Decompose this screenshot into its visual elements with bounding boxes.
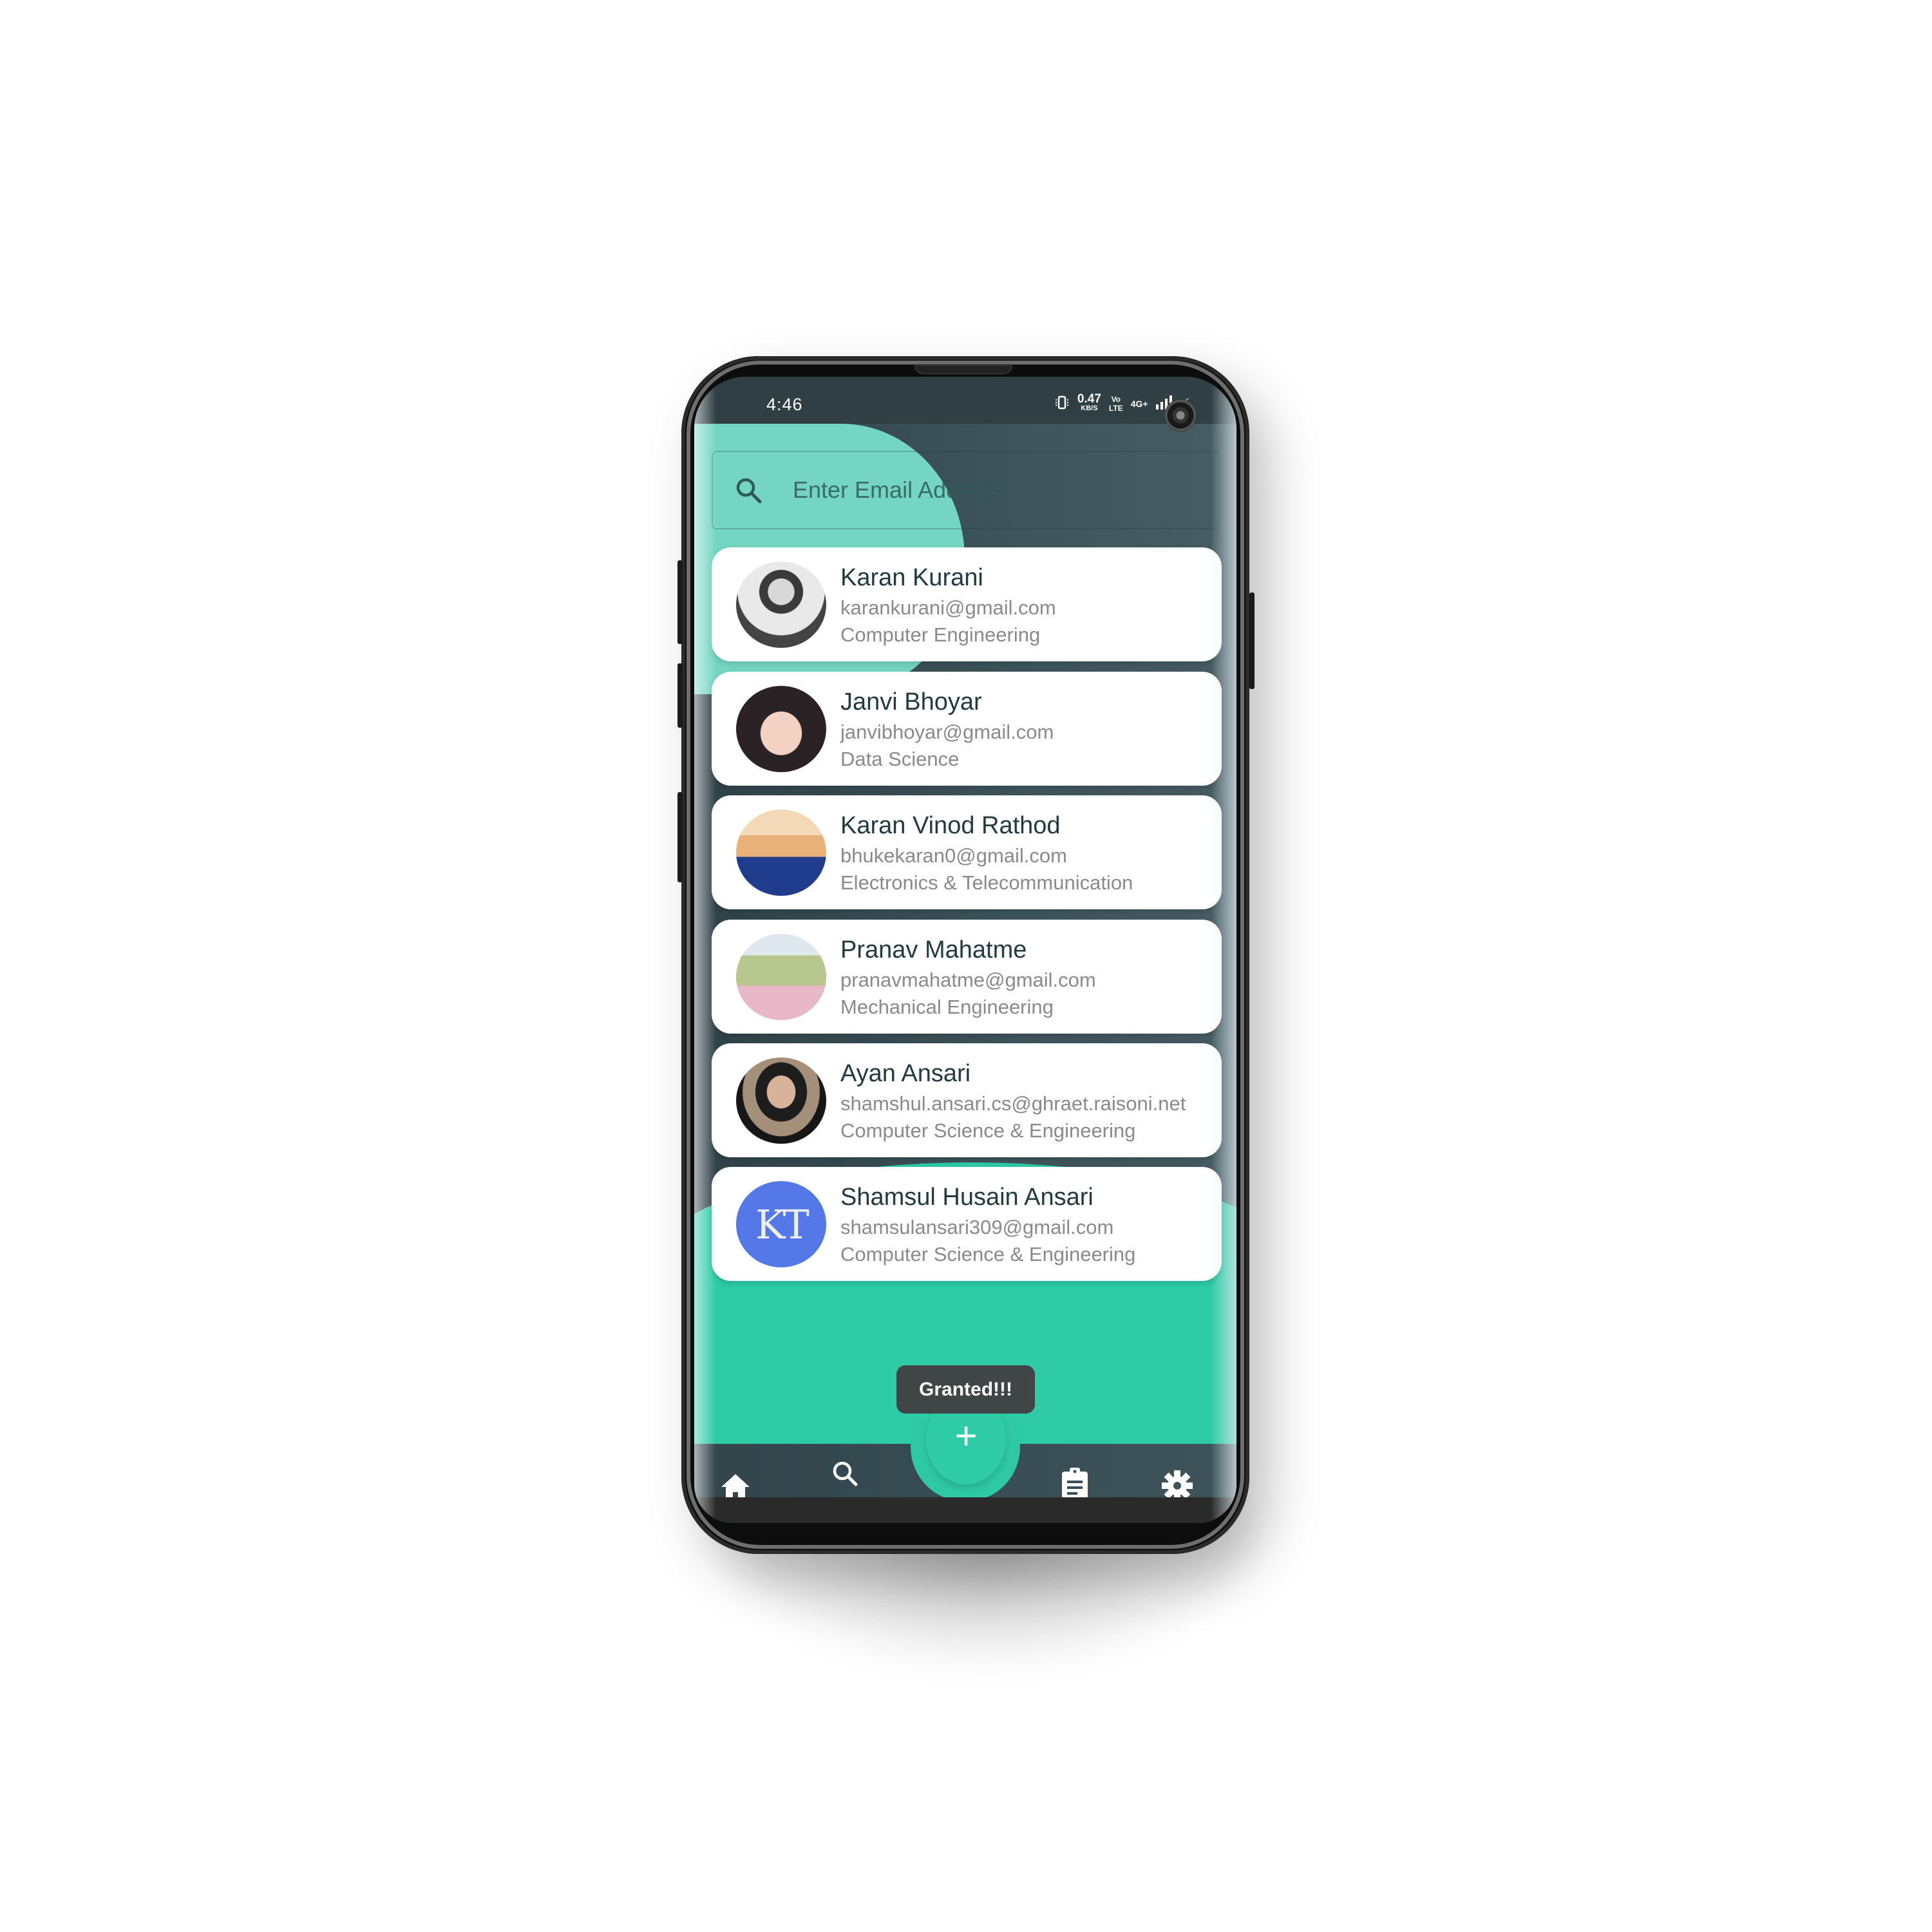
contact-card[interactable]: Karan Vinod Rathod bhukekaran0@gmail.com…	[712, 795, 1222, 909]
screen-edge-highlight	[694, 377, 716, 1523]
contact-card[interactable]: Karan Kurani karankurani@gmail.com Compu…	[712, 547, 1222, 661]
search-icon	[735, 477, 763, 505]
contact-email: pranavmahatme@gmail.com	[840, 969, 1096, 991]
power-button	[1249, 592, 1255, 689]
contact-name: Janvi Bhoyar	[840, 688, 982, 715]
email-search-field[interactable]: Enter Email Address	[712, 451, 1220, 529]
contact-email: shamshul.ansari.cs@ghraet.raisoni.net	[840, 1092, 1186, 1115]
contact-card[interactable]: KT Shamsul Husain Ansari shamsulansari30…	[712, 1167, 1222, 1281]
avatar-kt-logo: KT	[736, 1181, 826, 1267]
contact-name: Karan Kurani	[840, 564, 983, 591]
contact-department: Electronics & Telecommunication	[840, 871, 1133, 894]
plus-icon: +	[954, 1414, 978, 1457]
contact-department: Data Science	[840, 748, 960, 770]
vibrate-icon	[1054, 395, 1070, 413]
avatar	[736, 1057, 826, 1144]
avatar	[736, 686, 826, 772]
bixby-button	[677, 792, 683, 882]
contact-card[interactable]: Ayan Ansari shamshul.ansari.cs@ghraet.ra…	[712, 1043, 1222, 1157]
contact-department: Computer Engineering	[840, 623, 1041, 646]
front-camera	[1164, 399, 1197, 431]
avatar	[736, 810, 826, 896]
contact-department: Mechanical Engineering	[840, 996, 1054, 1018]
status-bar: 4:46 0.47 KB/S Vo LTE 4G+ ⚡	[694, 377, 1236, 424]
volume-button	[677, 663, 683, 728]
status-time: 4:46	[766, 395, 803, 414]
avatar	[736, 562, 826, 648]
search-placeholder: Enter Email Address	[793, 477, 1003, 503]
contact-email: janvibhoyar@gmail.com	[840, 721, 1054, 743]
avatar	[736, 934, 826, 1020]
contact-department: Computer Science & Engineering	[840, 1243, 1136, 1265]
screen-edge-highlight	[1211, 377, 1236, 1523]
toast-message: Granted!!!	[896, 1365, 1035, 1414]
contact-department: Computer Science & Engineering	[840, 1119, 1136, 1142]
network-type: 4G+	[1130, 399, 1148, 409]
contact-card[interactable]: Janvi Bhoyar janvibhoyar@gmail.com Data …	[712, 672, 1222, 786]
contact-name: Karan Vinod Rathod	[840, 812, 1061, 839]
contact-card[interactable]: Pranav Mahatme pranavmahatme@gmail.com M…	[712, 920, 1222, 1034]
bottom-bezel	[694, 1497, 1236, 1523]
volume-button	[677, 560, 683, 644]
search-icon	[830, 1461, 861, 1492]
contact-email: karankurani@gmail.com	[840, 596, 1056, 619]
phone-screen: 4:46 0.47 KB/S Vo LTE 4G+ ⚡ Enter Email …	[694, 377, 1236, 1523]
network-speed: 0.47 KB/S	[1077, 392, 1101, 412]
contact-name: Pranav Mahatme	[840, 936, 1027, 963]
earpiece-speaker	[914, 365, 1012, 374]
contact-email: shamsulansari309@gmail.com	[840, 1216, 1114, 1238]
contact-name: Ayan Ansari	[840, 1060, 971, 1087]
contact-email: bhukekaran0@gmail.com	[840, 844, 1067, 867]
volte-indicator: Vo LTE	[1108, 395, 1123, 413]
contact-name: Shamsul Husain Ansari	[840, 1184, 1094, 1211]
